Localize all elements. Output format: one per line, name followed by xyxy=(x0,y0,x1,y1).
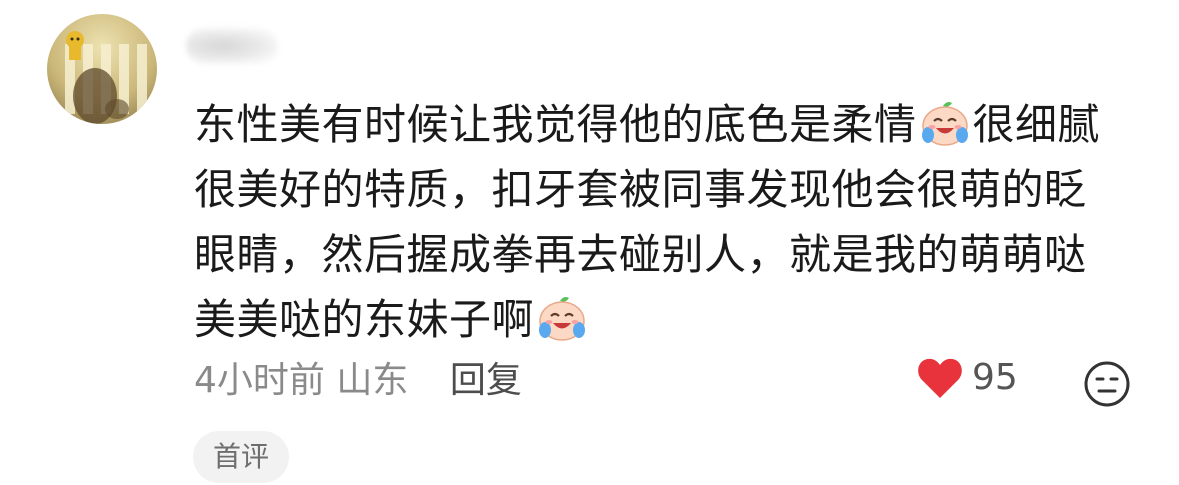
comment-text: 东性美有时候让我觉得他的底色是柔情 很细腻 很美好的特质，扣牙套被同事发现他会很萌… xyxy=(194,92,1124,352)
username-blurred[interactable] xyxy=(186,28,278,64)
comment-line-4: 美美哒的东妹子啊 xyxy=(194,287,1124,352)
comment-line-3: 眼睛，然后握成拳再去碰别人，就是我的萌萌哒 xyxy=(194,230,1087,279)
like-count: 95 xyxy=(972,357,1018,398)
avatar[interactable] xyxy=(47,14,157,124)
crying-laughing-face-icon xyxy=(921,102,968,146)
avatar-image xyxy=(47,14,157,124)
like-button[interactable]: 95 xyxy=(916,356,1018,400)
comment-time: 4小时前 xyxy=(194,360,325,401)
comment-line-2: 很美好的特质，扣牙套被同事发现他会很萌的眨 xyxy=(194,165,1087,214)
dislike-face-icon[interactable] xyxy=(1082,359,1132,409)
comment-meta: 4小时前 山东 回复 xyxy=(194,355,522,407)
reply-button[interactable]: 回复 xyxy=(450,360,522,401)
heart-icon[interactable] xyxy=(916,356,964,400)
comment-location: 山东 xyxy=(336,360,409,401)
comment-line-1: 东性美有时候让我觉得他的底色是柔情 很细腻 xyxy=(194,92,1124,157)
first-comment-tag: 首评 xyxy=(193,431,289,483)
crying-laughing-face-icon xyxy=(539,297,586,341)
